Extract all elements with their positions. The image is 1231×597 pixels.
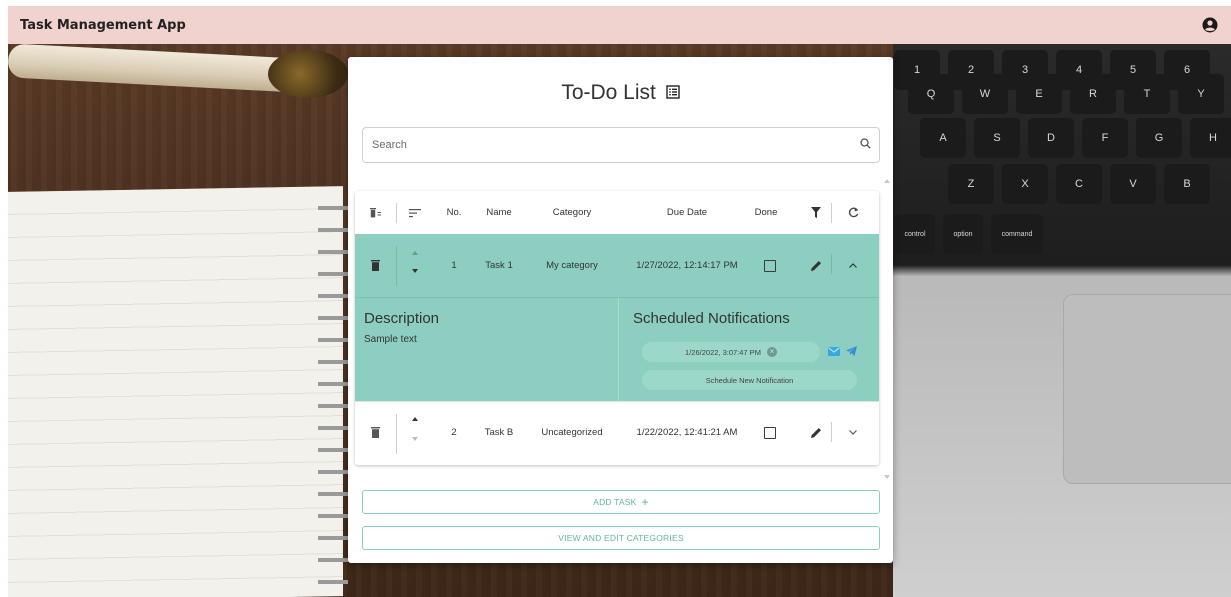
move-down-icon[interactable] bbox=[409, 266, 421, 276]
account-circle-icon[interactable] bbox=[1201, 16, 1219, 34]
view-edit-categories-button[interactable]: VIEW AND EDIT CATEGORIES bbox=[362, 526, 880, 550]
trackpad-image bbox=[1063, 294, 1231, 484]
todo-card: To-Do List No. Name Category Due Date Do… bbox=[348, 57, 893, 563]
notification-chip[interactable]: 1/26/2022, 3:07:47 PM × bbox=[642, 342, 820, 362]
keyboard-key: C bbox=[1056, 164, 1102, 204]
move-up-icon[interactable] bbox=[409, 414, 421, 424]
done-checkbox[interactable] bbox=[760, 259, 780, 272]
column-header-name[interactable]: Name bbox=[483, 207, 515, 218]
task-details-panel: Description Sample text Scheduled Notifi… bbox=[355, 297, 879, 402]
delete-task-icon[interactable] bbox=[367, 427, 383, 438]
task-due-date: 1/22/2022, 12:41:21 AM bbox=[636, 427, 738, 438]
notebook-image bbox=[8, 186, 343, 597]
notification-date: 1/26/2022, 3:07:47 PM bbox=[685, 347, 761, 357]
keyboard-key: G bbox=[1136, 118, 1182, 158]
task-due-date: 1/27/2022, 12:14:17 PM bbox=[636, 260, 738, 271]
column-header-category[interactable]: Category bbox=[543, 207, 601, 218]
schedule-notification-button[interactable]: Schedule New Notification bbox=[642, 370, 857, 390]
expand-icon[interactable] bbox=[845, 430, 861, 435]
notifications-heading: Scheduled Notifications bbox=[633, 310, 790, 327]
keyboard-key: option bbox=[943, 214, 983, 254]
column-header-due-date[interactable]: Due Date bbox=[632, 207, 742, 218]
search-box bbox=[362, 127, 880, 163]
edit-icon[interactable] bbox=[808, 427, 824, 438]
telegram-icon[interactable] bbox=[844, 344, 858, 358]
add-task-label: ADD TASK bbox=[593, 497, 637, 507]
filter-icon[interactable] bbox=[808, 207, 824, 218]
task-category: My category bbox=[546, 260, 598, 271]
keyboard-key: T bbox=[1124, 74, 1170, 114]
list-icon bbox=[665, 81, 680, 105]
search-input[interactable] bbox=[372, 139, 832, 151]
keyboard-key: D bbox=[1028, 118, 1074, 158]
table-scrollbar[interactable] bbox=[884, 179, 890, 479]
search-icon[interactable] bbox=[860, 136, 871, 154]
keyboard-key: command bbox=[991, 214, 1043, 254]
table-header: No. Name Category Due Date Done bbox=[355, 191, 879, 234]
done-checkbox[interactable] bbox=[760, 426, 780, 439]
add-task-button[interactable]: ADD TASK + bbox=[362, 490, 880, 514]
task-category: Uncategorized bbox=[541, 427, 603, 438]
keyboard-key: S bbox=[974, 118, 1020, 158]
refresh-icon[interactable] bbox=[845, 207, 861, 218]
remove-notification-icon[interactable]: × bbox=[766, 347, 777, 357]
task-number: 2 bbox=[451, 427, 457, 438]
keyboard-key: A bbox=[920, 118, 966, 158]
page-title: To-Do List bbox=[348, 81, 893, 105]
collapse-icon[interactable] bbox=[845, 263, 861, 268]
edit-icon[interactable] bbox=[808, 260, 824, 271]
table-row[interactable]: 1 Task 1 My category 1/27/2022, 12:14:17… bbox=[355, 234, 879, 297]
sort-icon[interactable] bbox=[407, 208, 423, 218]
keyboard-key: F bbox=[1082, 118, 1128, 158]
email-icon[interactable] bbox=[827, 344, 841, 358]
keyboard-key: H bbox=[1190, 118, 1231, 158]
task-name: Task B bbox=[484, 427, 514, 438]
app-bar: Task Management App bbox=[8, 6, 1231, 44]
delete-task-icon[interactable] bbox=[367, 260, 383, 271]
keyboard-key: Q bbox=[908, 74, 954, 114]
task-number: 1 bbox=[451, 260, 457, 271]
keyboard-key: W bbox=[962, 74, 1008, 114]
move-down-icon[interactable] bbox=[409, 434, 421, 444]
keyboard-key: X bbox=[1002, 164, 1048, 204]
task-name: Task 1 bbox=[485, 260, 513, 271]
keyboard-key: Z bbox=[948, 164, 994, 204]
keyboard-key: control bbox=[895, 214, 935, 254]
keyboard-key: E bbox=[1016, 74, 1062, 114]
keyboard-key: R bbox=[1070, 74, 1116, 114]
column-header-no[interactable]: No. bbox=[442, 207, 466, 218]
table-row[interactable]: 2 Task B Uncategorized 1/22/2022, 12:41:… bbox=[355, 401, 879, 463]
column-header-done[interactable]: Done bbox=[749, 207, 783, 218]
keyboard-key: Y bbox=[1178, 74, 1224, 114]
delete-selected-icon[interactable] bbox=[367, 207, 383, 219]
description-heading: Description bbox=[364, 310, 440, 327]
view-edit-categories-label: VIEW AND EDIT CATEGORIES bbox=[558, 533, 684, 543]
task-table: No. Name Category Due Date Done 1 Task 1… bbox=[355, 191, 879, 465]
keyboard-key: B bbox=[1164, 164, 1210, 204]
description-text: Sample text bbox=[364, 334, 417, 345]
app-title: Task Management App bbox=[20, 17, 186, 33]
plus-icon: + bbox=[641, 495, 649, 509]
move-up-icon[interactable] bbox=[409, 248, 421, 258]
keyboard-key: V bbox=[1110, 164, 1156, 204]
